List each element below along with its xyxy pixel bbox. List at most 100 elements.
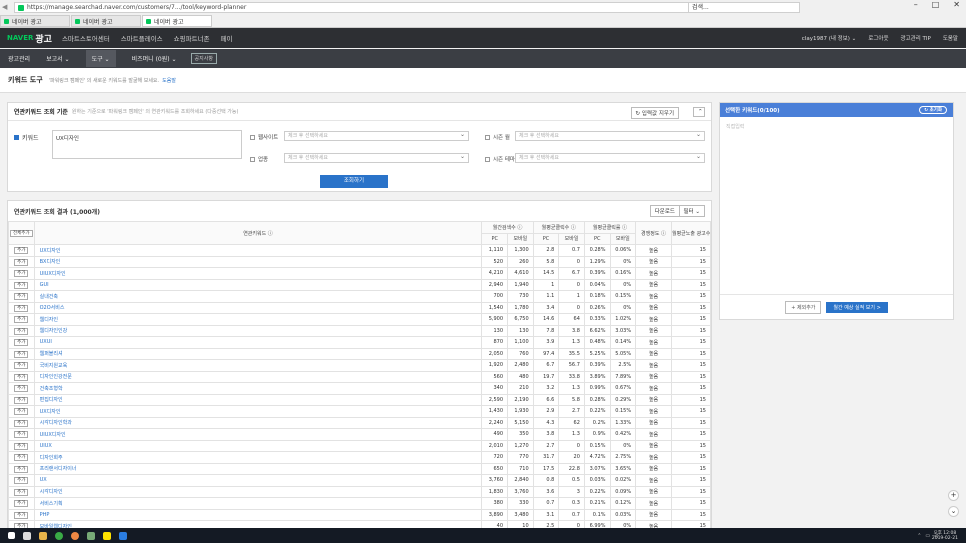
add-keyword-button[interactable]: 추가: [14, 465, 29, 473]
col-mobile[interactable]: 모바일: [558, 232, 585, 245]
keyword-link[interactable]: 시각디자인학과: [40, 420, 72, 426]
nav-smartplace[interactable]: 스마트플레이스: [121, 33, 163, 43]
nav-shopping-partner[interactable]: 쇼핑파트너존: [174, 33, 210, 43]
keyword-link[interactable]: UIUX디자인: [40, 432, 66, 438]
season-month-checkbox[interactable]: [485, 134, 490, 140]
industry-option[interactable]: 업종: [250, 155, 268, 163]
keyword-link[interactable]: O2O서비스: [40, 305, 65, 311]
col-keyword[interactable]: 연관키워드 ⓘ: [33, 221, 483, 245]
col-pc[interactable]: PC: [481, 232, 509, 245]
keyword-link[interactable]: 건축조형학: [40, 386, 63, 392]
folder-icon[interactable]: [39, 531, 47, 540]
keyword-link[interactable]: 편집디자인: [40, 397, 63, 403]
add-keyword-button[interactable]: 추가: [14, 373, 29, 381]
add-keyword-button[interactable]: 추가: [14, 293, 29, 301]
keyword-link[interactable]: BX디자인: [40, 259, 61, 265]
keyword-link[interactable]: UIUX: [40, 443, 52, 449]
taskbar-app-icon[interactable]: [87, 531, 95, 540]
ad-logo[interactable]: 광고: [35, 32, 52, 45]
back-icon[interactable]: ◀: [2, 3, 7, 11]
keyword-link[interactable]: 실내건축: [40, 294, 58, 300]
clock[interactable]: 오후 12:08 2019-02-21: [932, 531, 958, 541]
keyword-link[interactable]: 서비스기획: [40, 501, 63, 507]
add-keyword-button[interactable]: 추가: [14, 488, 29, 496]
add-keyword-button[interactable]: 추가: [14, 270, 29, 278]
taskbar-app-icon[interactable]: [23, 531, 31, 540]
keyword-link[interactable]: UX: [40, 477, 47, 483]
website-checkbox[interactable]: [250, 134, 255, 140]
col-ad-depth[interactable]: 월평균노출 광고수 ⓘ: [670, 221, 711, 245]
add-keyword-button[interactable]: 추가: [14, 396, 29, 404]
industry-select[interactable]: 체크 후 선택하세요: [284, 152, 469, 163]
add-exclusion-button[interactable]: + 제외추가: [785, 300, 822, 314]
keyword-link[interactable]: 디자인회주: [40, 455, 63, 461]
keyword-link[interactable]: 프리랜서디자이너: [40, 466, 77, 472]
address-bar[interactable]: https://manage.searchad.naver.com/custom…: [14, 2, 784, 13]
add-all-button[interactable]: 전체추가: [10, 230, 33, 237]
scroll-down-icon[interactable]: ⌄: [948, 506, 959, 517]
col-pc[interactable]: PC: [532, 232, 560, 245]
keyword-link[interactable]: GUI: [40, 282, 49, 288]
season-theme-select[interactable]: 체크 후 선택하세요: [515, 152, 705, 163]
keyword-link[interactable]: 웹디자인: [40, 317, 58, 323]
add-keyword-button[interactable]: 추가: [14, 304, 29, 312]
add-keyword-button[interactable]: 추가: [14, 316, 29, 324]
keyword-link[interactable]: 국비지원교육: [40, 363, 68, 369]
filter-button[interactable]: 필터 ⌄: [678, 205, 705, 217]
add-keyword-button[interactable]: 추가: [14, 442, 29, 450]
add-keyword-button[interactable]: 추가: [14, 247, 29, 255]
maximize-icon[interactable]: □: [932, 0, 940, 9]
keyword-link[interactable]: UXUI: [40, 339, 52, 345]
chrome-icon[interactable]: [71, 531, 79, 540]
add-keyword-button[interactable]: 추가: [14, 327, 29, 335]
collapse-button[interactable]: ⌃: [693, 107, 705, 117]
add-keyword-button[interactable]: 추가: [14, 258, 29, 266]
keyword-link[interactable]: 웹퍼블리셔: [40, 351, 63, 357]
browser-tab-active[interactable]: 네이버 광고: [142, 15, 212, 27]
help-link[interactable]: 도움말: [162, 77, 176, 84]
network-icon[interactable]: ▭: [925, 533, 930, 539]
kakaotalk-icon[interactable]: [103, 531, 111, 540]
col-competition[interactable]: 경쟁정도 ⓘ: [635, 221, 672, 245]
subnav-ad-manage[interactable]: 광고관리: [8, 54, 30, 63]
close-window-icon[interactable]: ✕: [953, 0, 960, 9]
keyword-link[interactable]: PHP: [40, 512, 50, 518]
add-keyword-button[interactable]: 추가: [14, 477, 29, 485]
season-month-select[interactable]: 체크 후 선택하세요: [515, 130, 705, 141]
tray-up-icon[interactable]: ⌃: [917, 533, 921, 539]
keyword-checkbox[interactable]: [14, 135, 19, 140]
add-keyword-button[interactable]: 추가: [14, 431, 29, 439]
add-keyword-button[interactable]: 추가: [14, 511, 29, 519]
season-month-option[interactable]: 시즌 월: [485, 133, 510, 141]
subnav-report[interactable]: 보고서 ⌄: [46, 54, 70, 63]
tip-link[interactable]: 광고관리 TIP: [901, 34, 931, 42]
keyword-option[interactable]: 키워드: [14, 133, 39, 142]
browser-search-input[interactable]: 검색...: [688, 2, 800, 13]
scroll-top-icon[interactable]: +: [948, 490, 959, 501]
nav-smartstore[interactable]: 스마트스토어센터: [62, 33, 110, 43]
nav-pay[interactable]: 페이: [221, 33, 233, 43]
col-mobile[interactable]: 모바일: [609, 232, 637, 245]
windows-start-icon[interactable]: [8, 532, 15, 539]
keyword-textarea[interactable]: UX디자인: [52, 130, 242, 159]
subnav-bizmoney[interactable]: 비즈머니 (0원) ⌄: [132, 54, 177, 63]
ie-icon[interactable]: [119, 531, 127, 540]
clear-inputs-button[interactable]: ↻ 입력값 지우기: [630, 107, 679, 119]
account-menu[interactable]: clay1987 (내 정보) ⌄: [802, 34, 857, 42]
keyword-link[interactable]: 디자인인강전문: [40, 374, 72, 380]
help-link[interactable]: 도움말: [943, 34, 958, 42]
add-keyword-button[interactable]: 추가: [14, 408, 29, 416]
direct-input-area[interactable]: 직접입력: [720, 117, 953, 136]
keyword-link[interactable]: 웹디자인인강: [40, 328, 68, 334]
add-keyword-button[interactable]: 추가: [14, 350, 29, 358]
subnav-tools[interactable]: 도구 ⌄: [85, 50, 116, 67]
col-pc[interactable]: PC: [583, 232, 611, 245]
keyword-link[interactable]: UIUX디자인: [40, 271, 66, 277]
website-select[interactable]: 체크 후 선택하세요: [284, 130, 469, 141]
keyword-link[interactable]: UX디자인: [40, 409, 61, 415]
view-forecast-button[interactable]: 월간 예상 실적 보기 >: [826, 301, 888, 313]
browser-tab[interactable]: 네이버 광고: [0, 15, 70, 27]
add-keyword-button[interactable]: 추가: [14, 281, 29, 289]
website-option[interactable]: 웹사이트: [250, 133, 278, 141]
add-keyword-button[interactable]: 추가: [14, 362, 29, 370]
